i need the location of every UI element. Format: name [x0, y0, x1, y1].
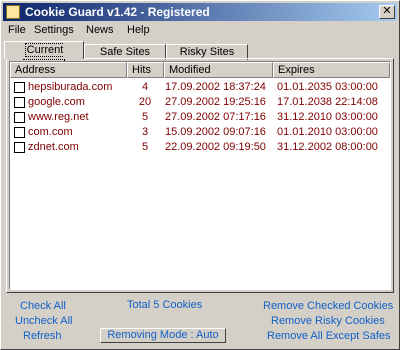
menu-help[interactable]: Help	[127, 24, 150, 36]
close-button[interactable]: ✕	[379, 5, 395, 19]
column-header-address[interactable]: Address	[10, 62, 127, 78]
cookie-hits: 5	[141, 111, 149, 123]
cookie-expires: 01.01.2035 03:00:00	[277, 81, 378, 93]
menu-settings[interactable]: Settings	[34, 24, 74, 36]
cookie-address: zdnet.com	[28, 141, 79, 153]
cookie-hits: 4	[141, 81, 149, 93]
table-row[interactable]: zdnet.com 5 22.09.2002 09:19:50 31.12.20…	[10, 140, 390, 155]
total-cookies-label: Total 5 Cookies	[127, 299, 203, 311]
row-checkbox[interactable]	[14, 97, 25, 108]
cookie-address: com.com	[28, 126, 73, 138]
cookie-list[interactable]: Address Hits Modified Expires hepsiburad…	[9, 61, 391, 290]
cookie-modified: 15.09.2002 09:07:16	[165, 126, 266, 138]
cookie-address: hepsiburada.com	[28, 81, 113, 93]
column-header-hits[interactable]: Hits	[127, 62, 164, 78]
menu-file[interactable]: File	[8, 24, 26, 36]
column-header-expires[interactable]: Expires	[273, 62, 390, 78]
cookie-modified: 27.09.2002 07:17:16	[165, 111, 266, 123]
row-checkbox[interactable]	[14, 82, 25, 93]
cookie-expires: 31.12.2002 08:00:00	[277, 141, 378, 153]
menu-bar: File Settings News Help	[3, 22, 397, 39]
remove-risky-cookies-link[interactable]: Remove Risky Cookies	[271, 315, 385, 327]
close-icon: ✕	[382, 5, 392, 17]
refresh-link[interactable]: Refresh	[23, 330, 62, 342]
list-header: Address Hits Modified Expires	[10, 62, 390, 78]
removing-mode-button[interactable]: Removing Mode : Auto	[100, 328, 226, 343]
table-row[interactable]: com.com 3 15.09.2002 09:07:16 01.01.2010…	[10, 125, 390, 140]
title-bar[interactable]: Cookie Guard v1.42 - Registered ✕	[3, 3, 397, 21]
cookie-address: www.reg.net	[28, 111, 89, 123]
check-all-link[interactable]: Check All	[20, 300, 66, 312]
row-checkbox[interactable]	[14, 127, 25, 138]
table-row[interactable]: hepsiburada.com 4 17.09.2002 18:37:24 01…	[10, 80, 390, 95]
table-row[interactable]: www.reg.net 5 27.09.2002 07:17:16 31.12.…	[10, 110, 390, 125]
cookie-modified: 27.09.2002 19:25:16	[165, 96, 266, 108]
uncheck-all-link[interactable]: Uncheck All	[15, 315, 72, 327]
remove-checked-cookies-link[interactable]: Remove Checked Cookies	[263, 300, 393, 312]
main-window: Cookie Guard v1.42 - Registered ✕ File S…	[0, 0, 400, 350]
cookie-expires: 17.01.2038 22:14:08	[277, 96, 378, 108]
menu-news[interactable]: News	[86, 24, 114, 36]
cookie-modified: 17.09.2002 18:37:24	[165, 81, 266, 93]
row-checkbox[interactable]	[14, 142, 25, 153]
cookie-hits: 3	[141, 126, 149, 138]
cookie-hits: 20	[138, 96, 152, 108]
cookie-app-icon	[6, 5, 20, 19]
tab-current-cookies[interactable]: Current Cookies	[4, 41, 84, 73]
cookie-modified: 22.09.2002 09:19:50	[165, 141, 266, 153]
cookie-address: google.com	[28, 96, 85, 108]
window-title: Cookie Guard v1.42 - Registered	[25, 5, 210, 19]
cookie-expires: 31.12.2010 03:00:00	[277, 111, 378, 123]
remove-all-except-safes-link[interactable]: Remove All Except Safes	[267, 330, 391, 342]
tab-label: Safe Sites	[99, 46, 151, 58]
table-row[interactable]: google.com 20 27.09.2002 19:25:16 17.01.…	[10, 95, 390, 110]
cookie-hits: 5	[141, 141, 149, 153]
tab-label: Risky Sites	[179, 46, 235, 58]
column-header-modified[interactable]: Modified	[164, 62, 273, 78]
cookie-expires: 01.01.2010 03:00:00	[277, 126, 378, 138]
row-checkbox[interactable]	[14, 112, 25, 123]
